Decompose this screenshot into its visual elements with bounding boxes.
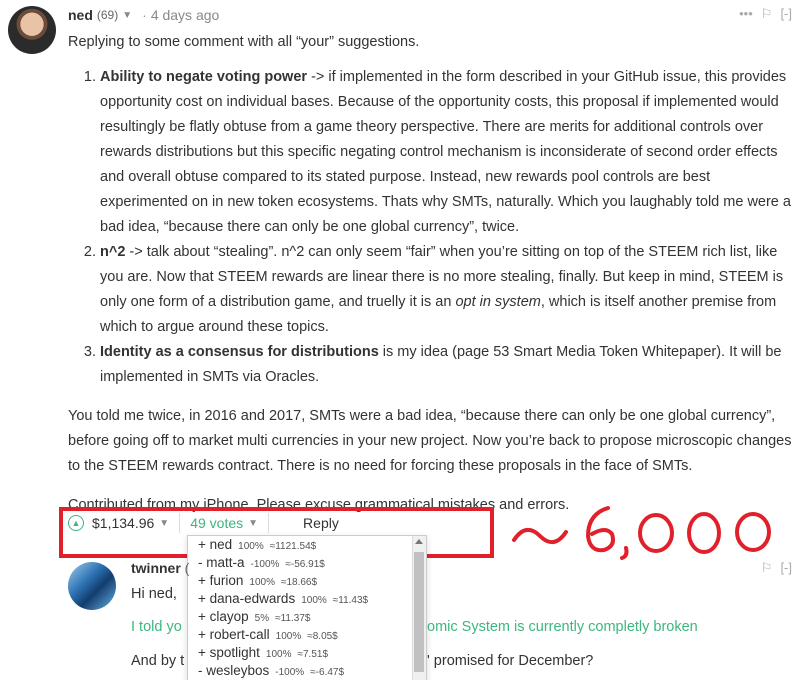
- voter-weight: 100%: [265, 649, 292, 660]
- suggestion-list: Ability to negate voting power -> if imp…: [100, 65, 793, 390]
- reply-comment-tools: ⚐ [-]: [761, 560, 792, 576]
- more-icon[interactable]: •••: [739, 6, 753, 22]
- reply-link-text[interactable]: omic System is currently completly broke…: [427, 619, 698, 635]
- author-avatar[interactable]: [8, 6, 56, 54]
- list-item-emphasis: opt in system: [455, 294, 541, 310]
- reply-author-name-text: twinner: [131, 560, 181, 576]
- comment-paragraph: You told me twice, in 2016 and 2017, SMT…: [68, 408, 792, 474]
- reply-author-name[interactable]: twinner (: [131, 560, 189, 576]
- flag-icon[interactable]: ⚐: [761, 560, 773, 576]
- reply-text: Hi ned,: [131, 586, 177, 602]
- votes-dropdown[interactable]: + ned 100% ≈1121.54$ - matt-a -100% ≈-56…: [187, 535, 427, 680]
- voter-weight: 100%: [301, 595, 327, 606]
- voter-weight: -100%: [275, 667, 305, 678]
- voter-name[interactable]: + furion: [198, 572, 243, 590]
- author-menu-chevron-down-icon[interactable]: ▼: [122, 10, 132, 21]
- voter-row[interactable]: + clayop 5% ≈11.37$: [188, 608, 426, 626]
- collapse-button[interactable]: [-]: [780, 6, 792, 22]
- voter-value: ≈-56.91$: [285, 559, 325, 570]
- voter-name[interactable]: + clayop: [198, 608, 249, 626]
- comment-header: ned (69) ▼ · 4 days ago: [68, 7, 219, 23]
- voter-name[interactable]: + robert-call: [198, 626, 270, 644]
- list-item: n^2 -> talk about “stealing”. n^2 can on…: [100, 240, 793, 340]
- comment-tools: ••• ⚐ [-]: [739, 6, 792, 22]
- voter-name[interactable]: + ned: [198, 536, 232, 554]
- comment-intro: Replying to some comment with all “your”…: [68, 34, 420, 50]
- comment-body: Replying to some comment with all “your”…: [68, 30, 793, 518]
- voter-name[interactable]: - wesleybos: [198, 662, 269, 680]
- annotation-handwriting: [512, 506, 771, 560]
- voter-row[interactable]: + spotlight 100% ≈7.51$: [188, 644, 426, 662]
- list-item-title: Ability to negate voting power: [100, 69, 308, 85]
- voter-row[interactable]: - wesleybos -100% ≈-6.47$: [188, 662, 426, 680]
- list-item-title: Identity as a consensus for distribution…: [100, 344, 379, 360]
- voter-row[interactable]: + dana-edwards 100% ≈11.43$: [188, 590, 426, 608]
- voter-value: ≈8.05$: [307, 631, 338, 642]
- reply-author-reputation: (: [184, 560, 190, 576]
- list-item-text: -> if implemented in the form described …: [100, 69, 791, 235]
- voter-name[interactable]: + spotlight: [198, 644, 260, 662]
- voter-value: ≈-6.47$: [310, 667, 345, 678]
- scroll-thumb[interactable]: [414, 552, 424, 672]
- voter-name[interactable]: + dana-edwards: [198, 590, 295, 608]
- voter-value: ≈1121.54$: [269, 541, 317, 552]
- voter-weight: 100%: [275, 631, 302, 642]
- list-item: Identity as a consensus for distribution…: [100, 340, 793, 390]
- reply-text: ' promised for December?: [427, 653, 594, 669]
- reply-text: And by t: [131, 653, 185, 669]
- collapse-button[interactable]: [-]: [780, 560, 792, 576]
- voter-name[interactable]: - matt-a: [198, 554, 245, 572]
- list-item: Ability to negate voting power -> if imp…: [100, 65, 793, 240]
- voter-row[interactable]: - matt-a -100% ≈-56.91$: [188, 554, 426, 572]
- author-name[interactable]: ned: [68, 7, 93, 23]
- voter-row[interactable]: + robert-call 100% ≈8.05$: [188, 626, 426, 644]
- reply-link-text[interactable]: I told yo: [131, 619, 182, 635]
- flag-icon[interactable]: ⚐: [761, 6, 773, 22]
- dropdown-scrollbar[interactable]: [412, 536, 426, 680]
- comment-timestamp[interactable]: 4 days ago: [151, 7, 220, 23]
- voter-weight: -100%: [250, 559, 280, 570]
- voter-value: ≈7.51$: [297, 649, 329, 660]
- scroll-up-arrow-icon[interactable]: [415, 539, 423, 544]
- voter-row[interactable]: + ned 100% ≈1121.54$: [188, 536, 426, 554]
- author-reputation: (69): [96, 8, 119, 22]
- list-item-title: n^2: [100, 244, 126, 260]
- separator-dot: ·: [142, 7, 147, 23]
- voter-row[interactable]: + furion 100% ≈18.66$: [188, 572, 426, 590]
- voter-value: ≈11.37$: [275, 613, 311, 624]
- reply-author-avatar[interactable]: [68, 562, 116, 610]
- voter-value: ≈11.43$: [332, 595, 369, 606]
